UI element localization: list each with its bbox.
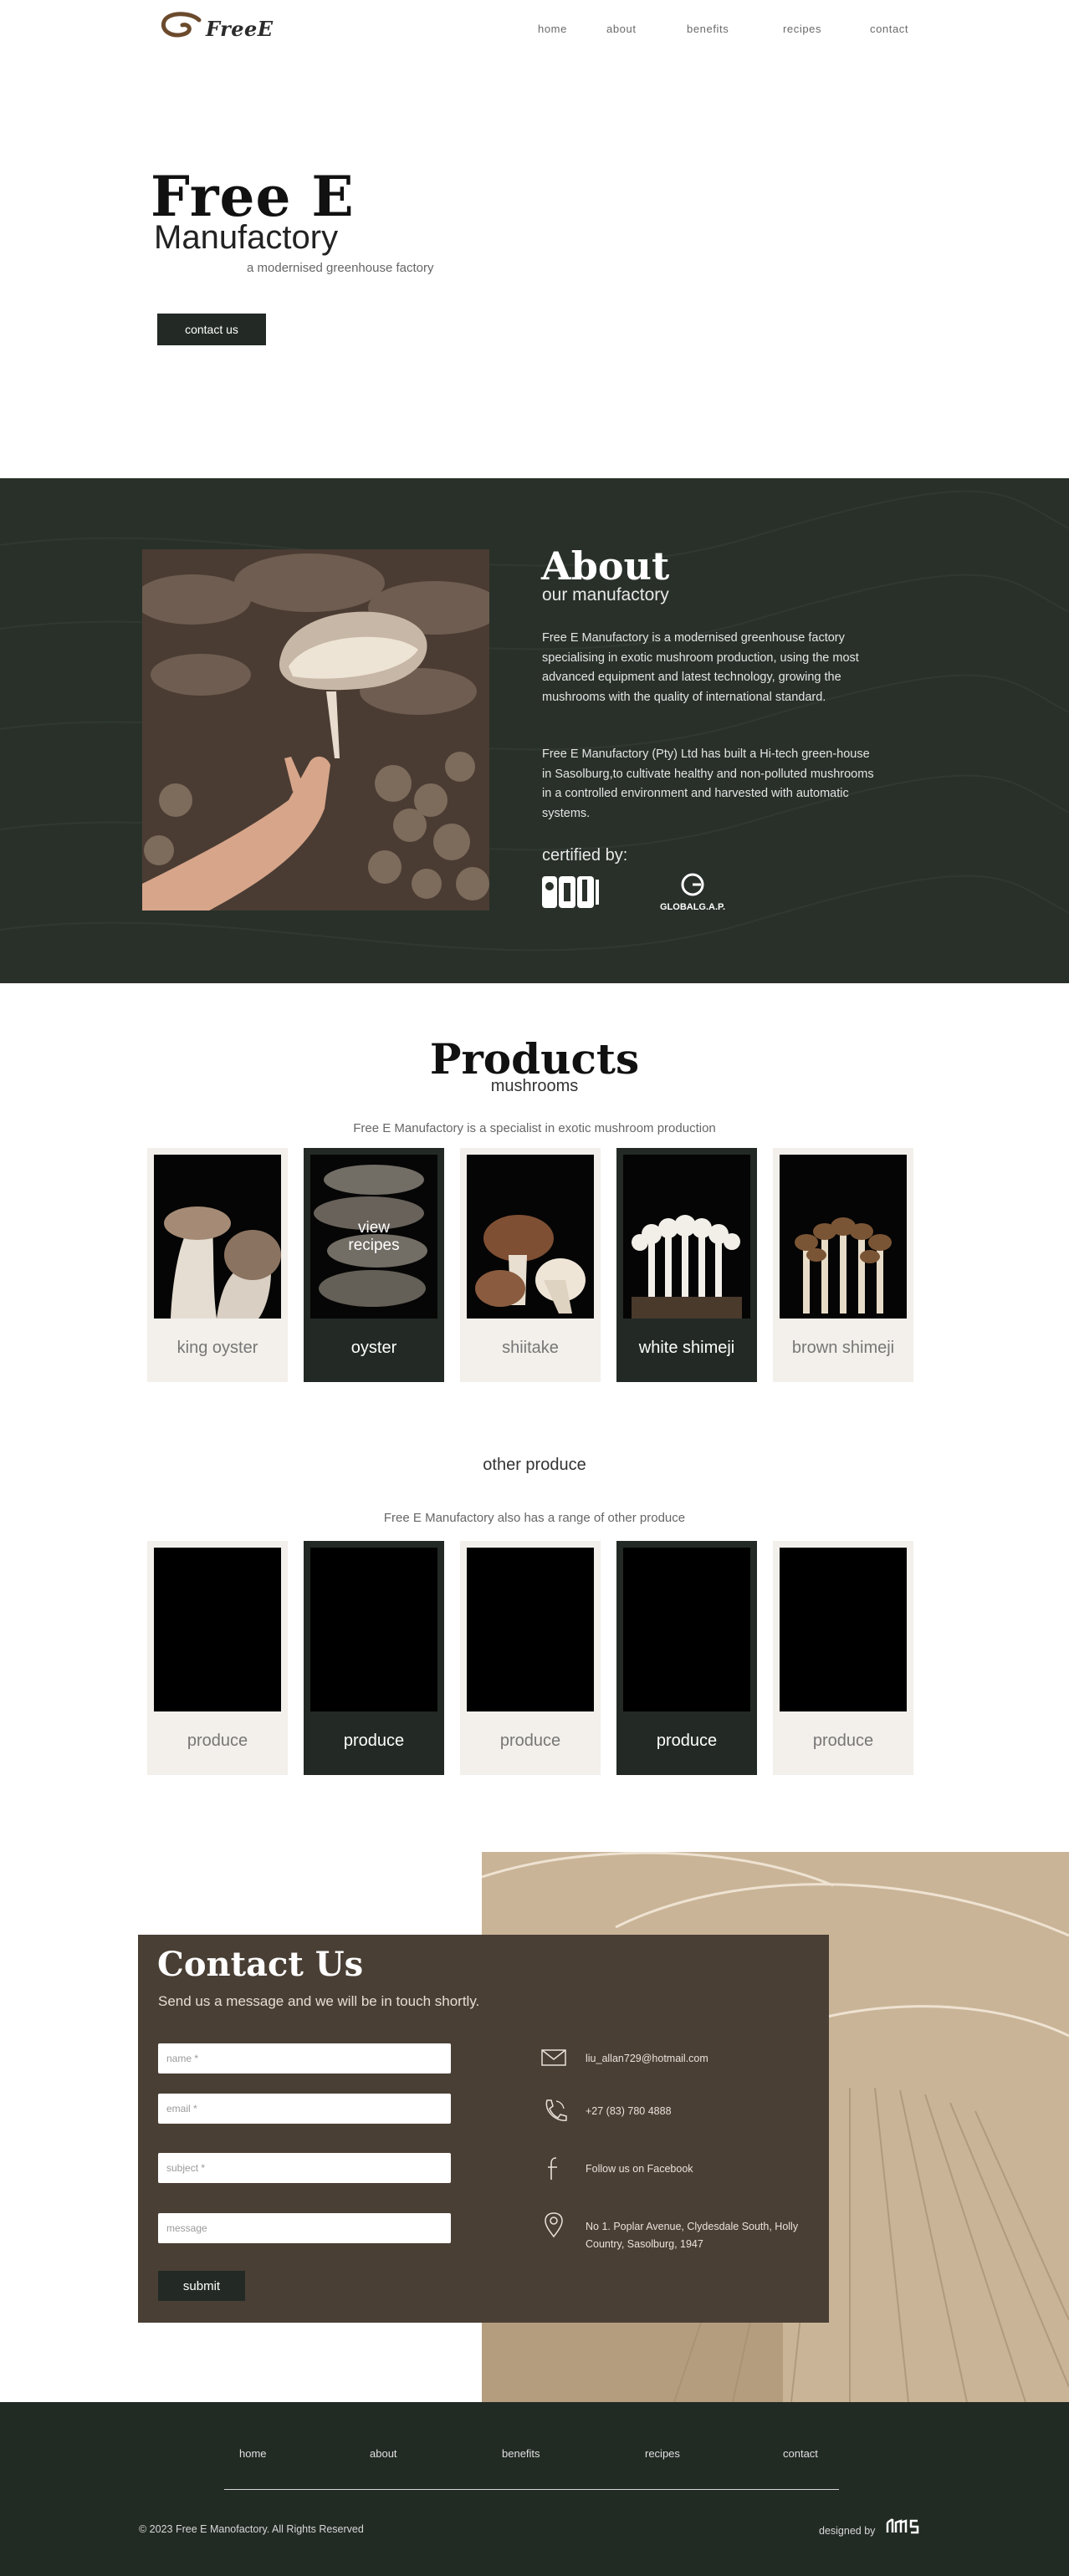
produce-card[interactable]: produce xyxy=(460,1541,601,1775)
submit-button[interactable]: submit xyxy=(158,2271,245,2301)
other-produce-subtitle: other produce xyxy=(483,1456,586,1474)
name-field[interactable] xyxy=(158,2043,451,2074)
product-label: white shimeji xyxy=(638,1339,735,1357)
about-subtitle: our manufactory xyxy=(542,585,669,604)
produce-label: produce xyxy=(187,1732,248,1750)
about-paragraph-1: Free E Manufactory is a modernised green… xyxy=(542,631,859,704)
email-field[interactable] xyxy=(158,2094,451,2124)
facebook-icon xyxy=(548,2157,557,2180)
nav-contact[interactable]: contact xyxy=(870,23,908,35)
contact-us-button[interactable]: contact us xyxy=(157,314,266,345)
product-label: king oyster xyxy=(176,1339,258,1357)
hero-mushroom-image xyxy=(647,54,1069,478)
footer-divider xyxy=(224,2489,839,2490)
produce-photo xyxy=(467,1548,594,1711)
product-card-white-shimeji[interactable]: white shimeji xyxy=(616,1148,757,1382)
product-label: oyster xyxy=(350,1339,397,1357)
footer-benefits[interactable]: benefits xyxy=(502,2447,540,2460)
about-paragraph-2: Free E Manufactory (Pty) Ltd has built a… xyxy=(542,747,874,820)
produce-photo xyxy=(623,1548,750,1711)
produce-card[interactable]: produce xyxy=(304,1541,444,1775)
produce-card[interactable]: produce xyxy=(616,1541,757,1775)
footer-recipes[interactable]: recipes xyxy=(645,2447,680,2460)
contact-title: Contact Us xyxy=(157,1945,364,1984)
produce-label: produce xyxy=(656,1732,718,1750)
contact-subtitle: Send us a message and we will be in touc… xyxy=(158,1993,480,2009)
contact-address: No 1. Poplar Avenue, Clydesdale South, H… xyxy=(586,2221,799,2250)
product-label: shiitake xyxy=(502,1339,559,1357)
footer-copyright: © 2023 Free E Manofactory. All Rights Re… xyxy=(139,2523,364,2535)
view-recipes-label: view recipes xyxy=(348,1219,400,1254)
products-subtitle: mushrooms xyxy=(490,1077,579,1095)
designer-logo-icon[interactable] xyxy=(886,2516,919,2536)
product-label: brown shimeji xyxy=(791,1339,895,1357)
contact-phone[interactable]: +27 (83) 780 4888 xyxy=(586,2103,811,2120)
nav-home[interactable]: home xyxy=(538,23,567,35)
produce-card[interactable]: produce xyxy=(773,1541,913,1775)
subject-field[interactable] xyxy=(158,2153,451,2183)
iqnet-cert-logo xyxy=(542,876,599,908)
nav-benefits[interactable]: benefits xyxy=(687,23,729,35)
produce-photo xyxy=(780,1548,907,1711)
product-card-shiitake[interactable]: shiitake xyxy=(460,1148,601,1382)
contact-panel: Contact Us Send us a message and we will… xyxy=(138,1935,829,2323)
product-photo xyxy=(154,1155,281,1319)
globalgap-text: GLOBALG.A.P. xyxy=(659,902,726,912)
produce-card[interactable]: produce xyxy=(147,1541,288,1775)
hero-tagline: a modernised greenhouse factory xyxy=(247,261,434,275)
product-photo xyxy=(780,1155,907,1319)
produce-label: produce xyxy=(343,1732,405,1750)
produce-photo xyxy=(310,1548,437,1711)
about-section: About our manufactory Free E Manufactory… xyxy=(0,478,1069,983)
product-card-oyster[interactable]: view recipes oyster xyxy=(304,1148,444,1382)
product-photo: view recipes xyxy=(310,1155,437,1319)
location-pin-icon xyxy=(545,2212,563,2238)
produce-photo xyxy=(154,1548,281,1711)
about-photo xyxy=(142,549,489,911)
produce-label: produce xyxy=(499,1732,561,1750)
certified-label: certified by: xyxy=(542,846,628,865)
footer-designed-by: designed by xyxy=(819,2525,876,2537)
footer-about[interactable]: about xyxy=(370,2447,397,2460)
footer-contact[interactable]: contact xyxy=(783,2447,818,2460)
globalgap-cert-logo: GLOBALG.A.P. xyxy=(652,873,733,912)
top-nav: FreeE home about benefits recipes contac… xyxy=(0,0,1069,59)
other-produce-description: Free E Manufactory also has a range of o… xyxy=(383,1511,686,1525)
envelope-icon xyxy=(541,2049,566,2066)
phone-icon xyxy=(545,2099,567,2121)
site-footer: home about benefits recipes contact © 20… xyxy=(0,2402,1069,2576)
product-card-king-oyster[interactable]: king oyster xyxy=(147,1148,288,1382)
about-title: About xyxy=(541,543,670,589)
produce-label: produce xyxy=(812,1732,874,1750)
product-photo xyxy=(467,1155,594,1319)
nav-recipes[interactable]: recipes xyxy=(783,23,821,35)
nav-about[interactable]: about xyxy=(606,23,637,35)
product-card-brown-shimeji[interactable]: brown shimeji xyxy=(773,1148,913,1382)
nav-links: home about benefits recipes contact xyxy=(0,23,1069,39)
products-description: Free E Manufactory is a specialist in ex… xyxy=(353,1121,716,1135)
contact-facebook[interactable]: Follow us on Facebook xyxy=(586,2160,811,2178)
hero-subtitle: Manufactory xyxy=(154,219,339,256)
message-field[interactable] xyxy=(158,2213,451,2243)
contact-email[interactable]: liu_allan729@hotmail.com xyxy=(586,2050,811,2068)
footer-home[interactable]: home xyxy=(239,2447,267,2460)
view-recipes-overlay[interactable]: view recipes xyxy=(310,1155,437,1319)
product-photo xyxy=(623,1155,750,1319)
